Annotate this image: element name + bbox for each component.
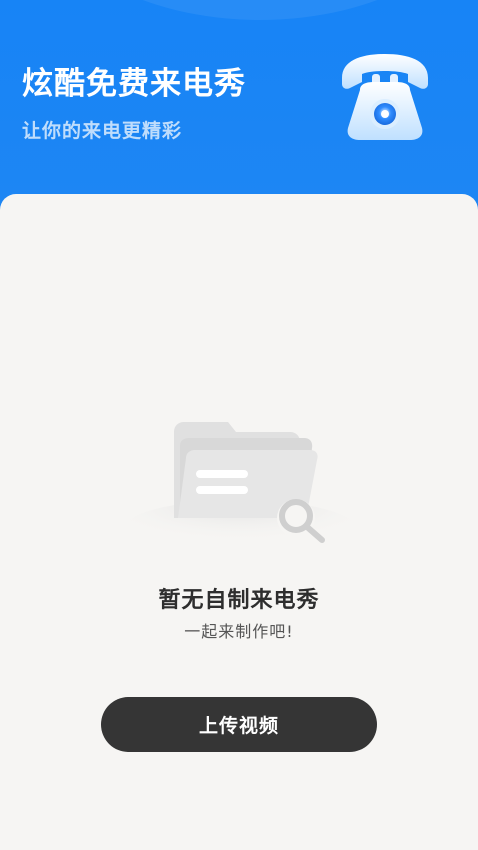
empty-folder-search-icon	[122, 422, 358, 556]
header-decoration	[40, 0, 478, 20]
page-title: 炫酷免费来电秀	[22, 66, 246, 102]
content-panel: 暂无自制来电秀 一起来制作吧! 上传视频	[0, 194, 478, 850]
page-subtitle: 让你的来电更精彩	[22, 120, 183, 142]
empty-state-title: 暂无自制来电秀	[158, 588, 320, 613]
empty-state-subtitle: 一起来制作吧!	[184, 622, 294, 641]
telephone-icon	[342, 54, 428, 140]
upload-video-button[interactable]: 上传视频	[101, 697, 377, 752]
